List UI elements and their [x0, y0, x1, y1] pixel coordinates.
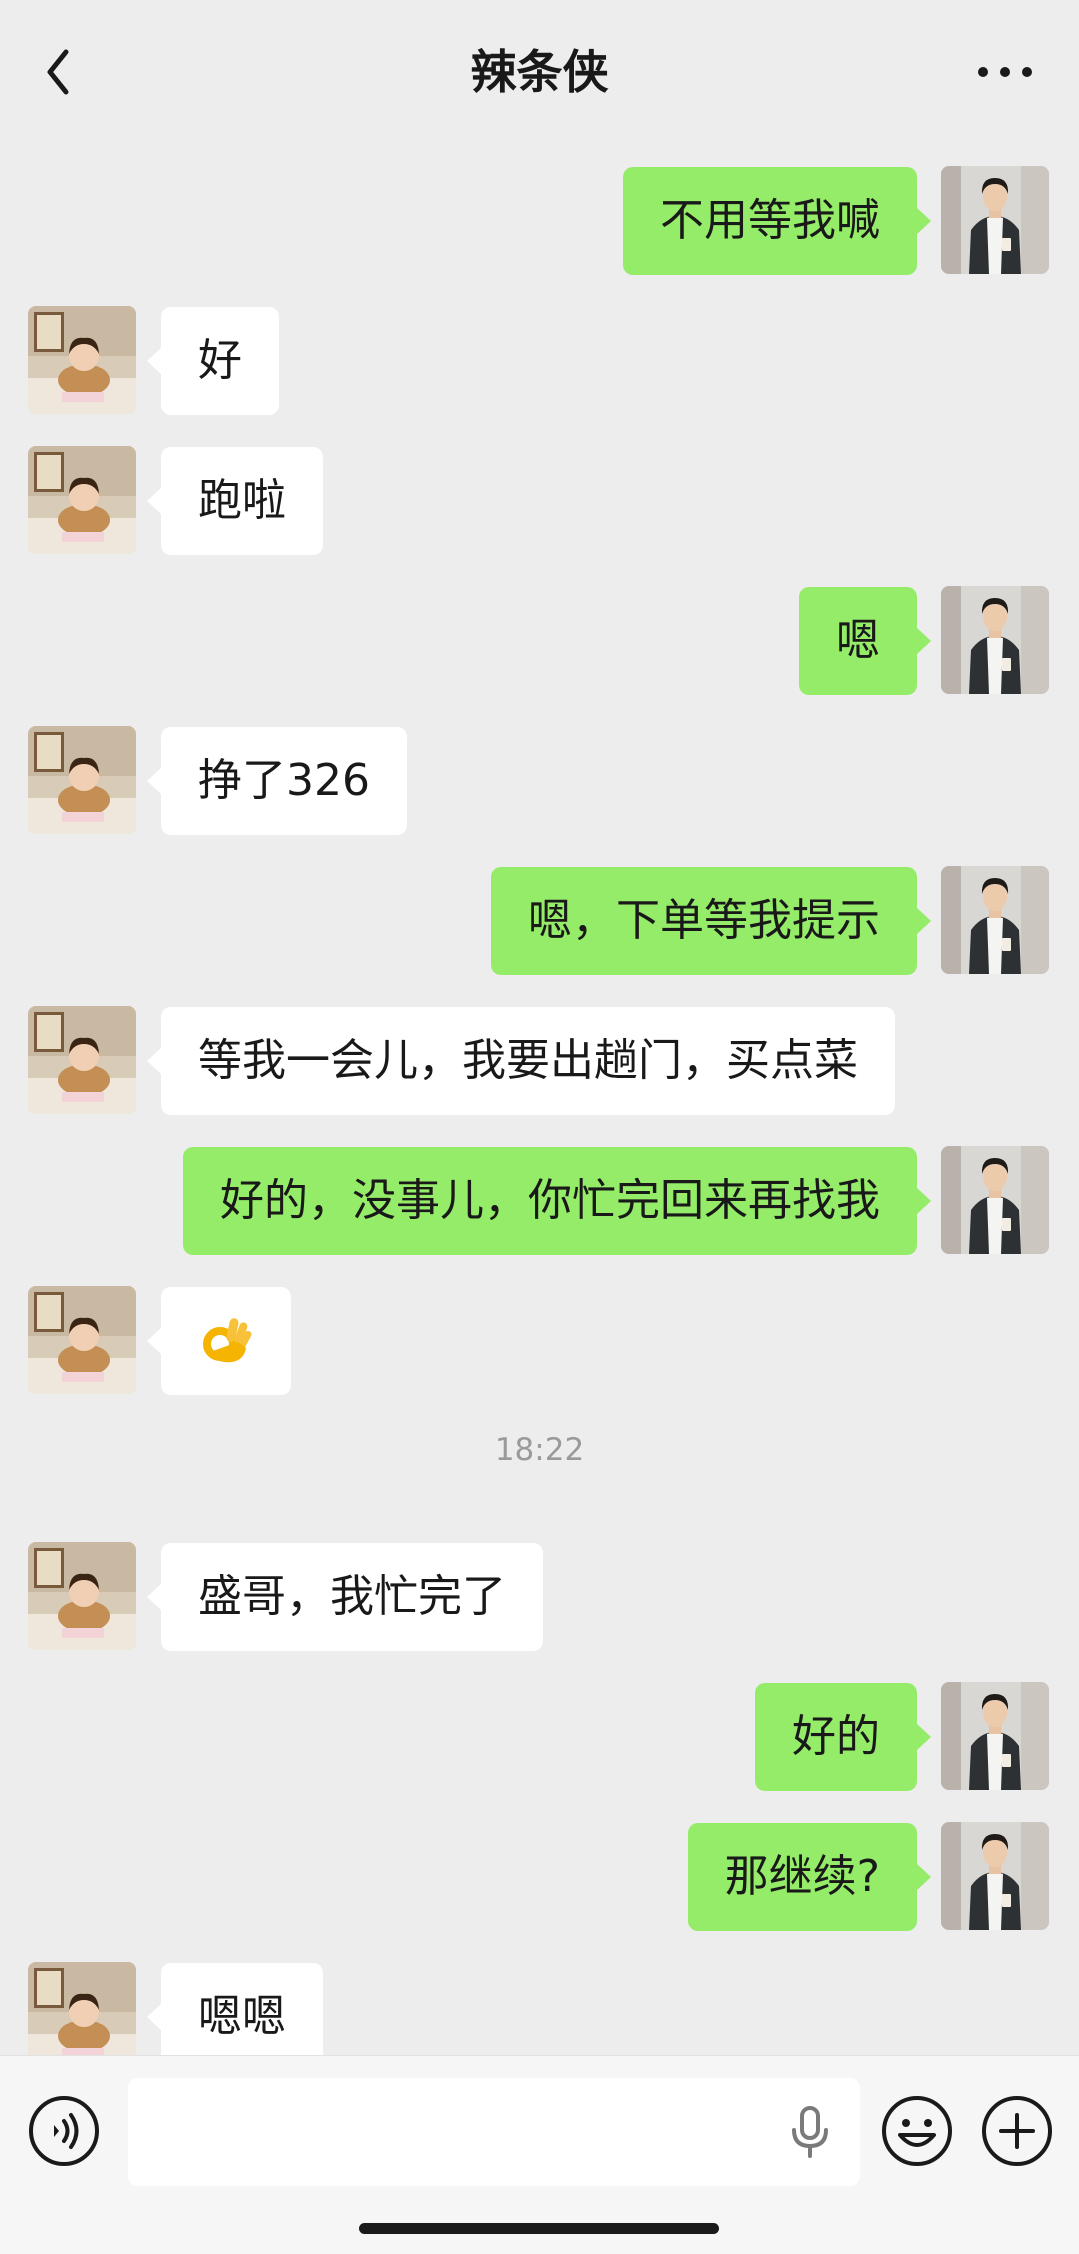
my-avatar[interactable]: [941, 1682, 1049, 1790]
voice-mode-button[interactable]: [28, 2095, 100, 2167]
message-row: 那继续?: [0, 1822, 1079, 1932]
received-emoji-bubble[interactable]: [147, 1287, 291, 1395]
sent-message-bubble[interactable]: 好的: [755, 1683, 931, 1791]
received-message-bubble[interactable]: 跑啦: [147, 447, 323, 555]
message-row: 等我一会儿，我要出趟门，买点菜: [0, 1006, 1079, 1116]
contact-avatar[interactable]: [28, 1286, 136, 1394]
more-button[interactable]: [975, 50, 1035, 94]
home-indicator[interactable]: [359, 2223, 719, 2234]
ok-hand-emoji-icon: [203, 1318, 252, 1363]
received-message-bubble[interactable]: 好: [147, 307, 279, 415]
message-row: 跑啦: [0, 446, 1079, 556]
sent-message-bubble[interactable]: 嗯: [799, 587, 931, 695]
my-avatar[interactable]: [941, 1146, 1049, 1254]
microphone-button[interactable]: [788, 2104, 832, 2160]
message-input[interactable]: [128, 2078, 860, 2186]
received-message-bubble[interactable]: 等我一会儿，我要出趟门，买点菜: [147, 1007, 895, 1115]
message-row: 不用等我喊: [0, 166, 1079, 276]
my-avatar[interactable]: [941, 586, 1049, 694]
message-row: 好的，没事儿，你忙完回来再找我: [0, 1146, 1079, 1256]
chat-header: 辣条侠: [0, 0, 1079, 150]
chat-title: 辣条侠: [470, 45, 609, 99]
my-avatar[interactable]: [941, 866, 1049, 974]
more-functions-button[interactable]: [981, 2095, 1053, 2167]
more-dots-icon: [978, 67, 1032, 77]
contact-avatar[interactable]: [28, 306, 136, 414]
plus-circle-icon: [982, 2096, 1052, 2166]
message-row: [0, 1286, 1079, 1396]
message-row: 嗯: [0, 586, 1079, 696]
message-row: 好的: [0, 1682, 1079, 1792]
message-row: 挣了326: [0, 726, 1079, 836]
my-avatar[interactable]: [941, 166, 1049, 274]
input-toolbar: [0, 2055, 1079, 2254]
sent-message-bubble[interactable]: 不用等我喊: [623, 167, 931, 275]
sent-message-bubble[interactable]: 那继续?: [687, 1823, 932, 1931]
contact-avatar[interactable]: [28, 446, 136, 554]
contact-avatar[interactable]: [28, 1542, 136, 1650]
received-message-bubble[interactable]: 盛哥，我忙完了: [147, 1543, 543, 1651]
message-row: 盛哥，我忙完了: [0, 1542, 1079, 1652]
contact-avatar[interactable]: [28, 1006, 136, 1114]
emoji-button[interactable]: [881, 2095, 953, 2167]
contact-avatar[interactable]: [28, 1962, 136, 2070]
received-message-bubble[interactable]: 挣了326: [147, 727, 407, 835]
my-avatar[interactable]: [941, 1822, 1049, 1930]
message-timestamp: 18:22: [494, 1432, 585, 1468]
emoji-smile-icon: [882, 2096, 952, 2166]
microphone-icon: [792, 2106, 828, 2158]
sent-message-bubble[interactable]: 嗯，下单等我提示: [491, 867, 931, 975]
message-row: 嗯，下单等我提示: [0, 866, 1079, 976]
message-row: 好: [0, 306, 1079, 416]
voice-mode-icon: [29, 2096, 99, 2166]
sent-message-bubble[interactable]: 好的，没事儿，你忙完回来再找我: [183, 1147, 931, 1255]
contact-avatar[interactable]: [28, 726, 136, 834]
